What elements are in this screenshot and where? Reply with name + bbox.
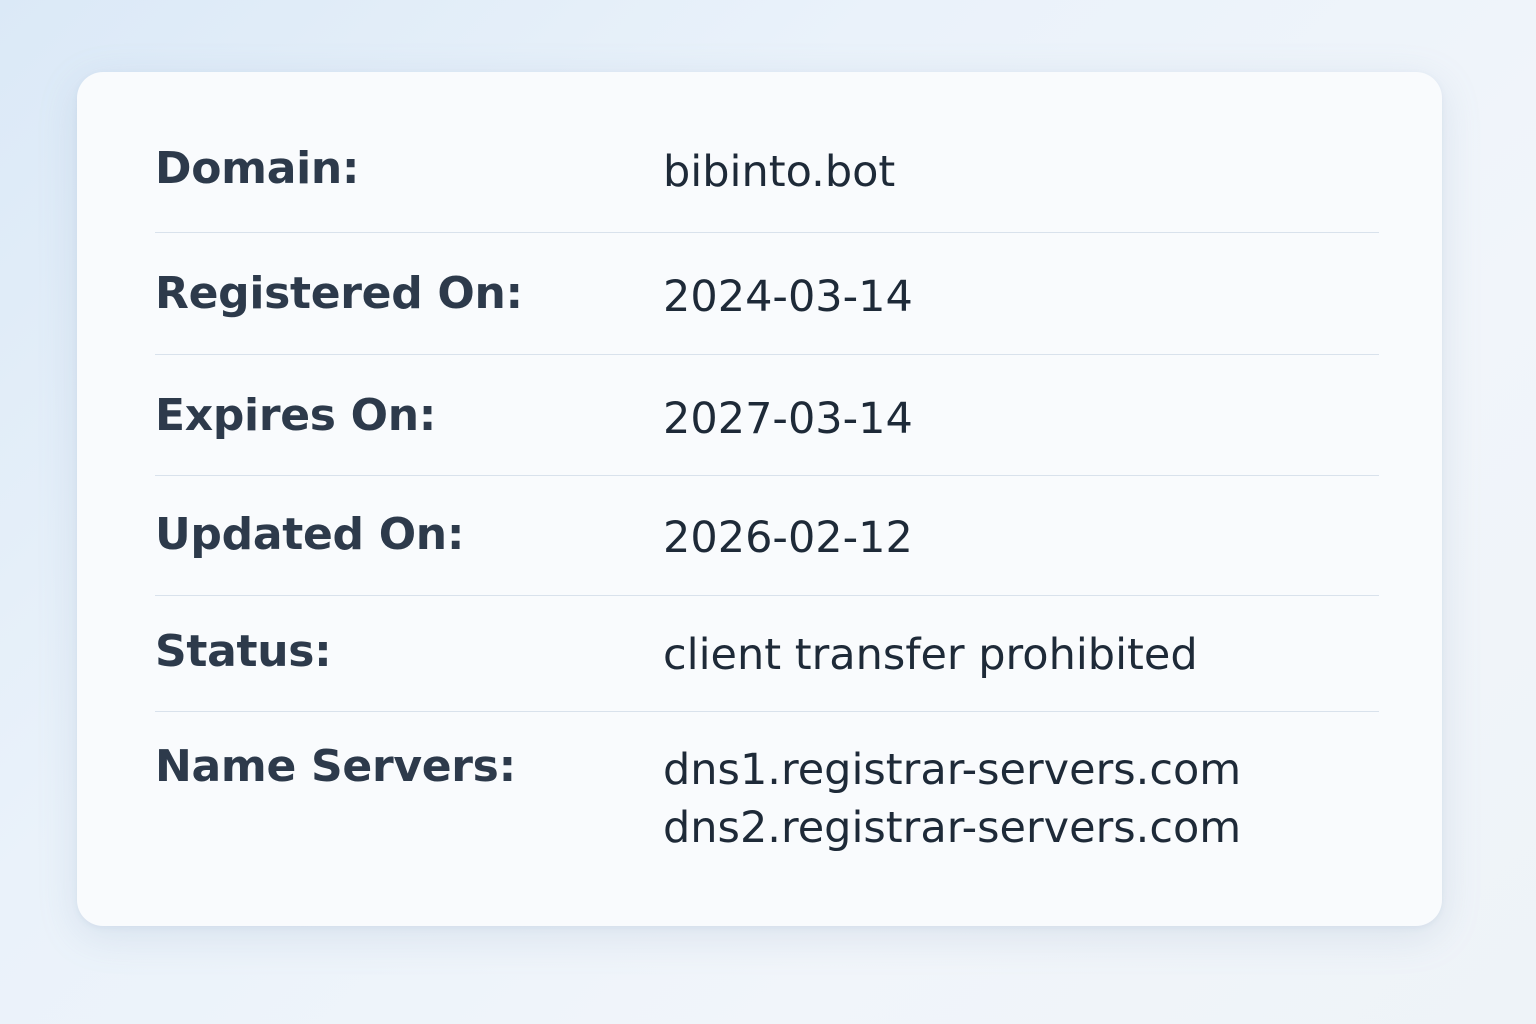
row-divider [155,475,1379,476]
domain-value: bibinto.bot [663,147,896,197]
expires-on-label: Expires On: [155,390,437,441]
domain-label: Domain: [155,143,360,194]
registered-on-label: Registered On: [155,268,523,319]
whois-row-expires: Expires On: 2027-03-14 [155,390,1379,448]
expires-on-value: 2027-03-14 [663,394,913,444]
status-value: client transfer prohibited [663,630,1198,680]
whois-row-registered: Registered On: 2024-03-14 [155,268,1379,326]
row-divider [155,232,1379,233]
whois-row-domain: Domain: bibinto.bot [155,143,1379,201]
name-server-1: dns1.registrar-servers.com [663,745,1242,795]
row-divider [155,595,1379,596]
row-divider [155,354,1379,355]
whois-card: Domain: bibinto.bot Registered On: 2024-… [77,72,1442,926]
whois-row-name-servers: Name Servers: dns1.registrar-servers.com… [155,741,1379,857]
status-label: Status: [155,626,332,677]
updated-on-label: Updated On: [155,509,465,560]
name-servers-list: dns1.registrar-servers.com dns2.registra… [663,741,1241,857]
registered-on-value: 2024-03-14 [663,272,913,322]
name-server-2: dns2.registrar-servers.com [663,803,1242,853]
name-servers-label: Name Servers: [155,741,516,792]
whois-row-updated: Updated On: 2026-02-12 [155,509,1379,567]
whois-row-status: Status: client transfer prohibited [155,626,1379,684]
updated-on-value: 2026-02-12 [663,513,913,563]
row-divider [155,711,1379,712]
